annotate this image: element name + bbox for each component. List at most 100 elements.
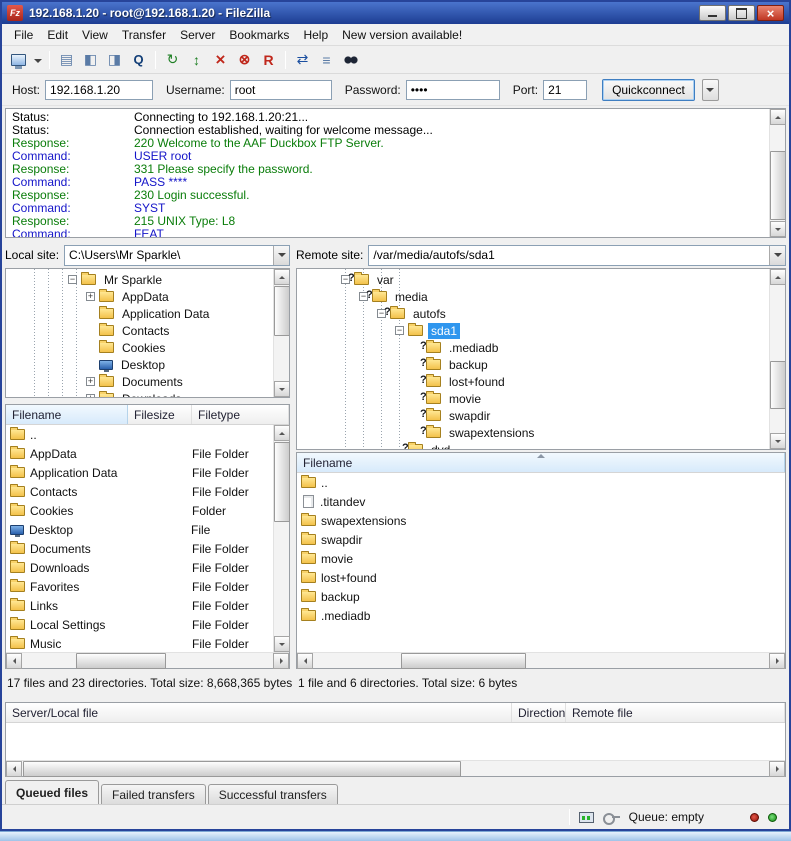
expand-icon[interactable] <box>86 377 95 386</box>
tree-node[interactable]: Mr Sparkle <box>6 271 273 288</box>
file-row[interactable]: backup <box>297 587 785 606</box>
file-row[interactable]: ContactsFile Folder <box>6 482 273 501</box>
column-header-filename[interactable]: Filename <box>297 453 785 472</box>
tree-node[interactable]: Downloads <box>6 390 273 398</box>
log-scrollbar[interactable] <box>769 109 785 237</box>
password-input[interactable] <box>406 80 500 100</box>
combo-dropdown-icon[interactable] <box>273 246 289 265</box>
column-header-filetype[interactable]: Filetype <box>192 405 289 424</box>
tree-node[interactable]: dvd <box>297 441 769 450</box>
tree-node[interactable]: swapdir <box>297 407 769 424</box>
scroll-thumb[interactable] <box>770 361 786 409</box>
scroll-down-arrow[interactable] <box>770 433 786 449</box>
tree-node[interactable]: var <box>297 271 769 288</box>
toggle-message-log-button[interactable]: ▤ <box>55 49 78 71</box>
local-list-scrollbar[interactable] <box>273 425 289 652</box>
scroll-thumb[interactable] <box>274 442 290 522</box>
menu-server[interactable]: Server <box>173 26 222 44</box>
tree-node[interactable]: swapextensions <box>297 424 769 441</box>
column-header-filename[interactable]: Filename <box>6 405 128 424</box>
tree-node[interactable]: .mediadb <box>297 339 769 356</box>
scroll-left-arrow[interactable] <box>6 761 22 777</box>
reconnect-button[interactable]: R <box>257 49 280 71</box>
tab-successful-transfers[interactable]: Successful transfers <box>208 784 338 804</box>
disconnect-button[interactable]: ⊗ <box>233 49 256 71</box>
local-tree-scrollbar[interactable] <box>273 269 289 397</box>
expand-icon[interactable] <box>86 394 95 398</box>
username-input[interactable] <box>230 80 332 100</box>
synchronized-browsing-button[interactable]: ⇄ <box>291 49 314 71</box>
scroll-right-arrow[interactable] <box>769 761 785 777</box>
scroll-thumb[interactable] <box>770 151 786 220</box>
scroll-up-arrow[interactable] <box>274 425 290 441</box>
queue-body[interactable] <box>6 723 785 760</box>
tree-node[interactable]: media <box>297 288 769 305</box>
file-row[interactable]: AppDataFile Folder <box>6 444 273 463</box>
scroll-down-arrow[interactable] <box>770 221 786 237</box>
menu-help[interactable]: Help <box>296 26 335 44</box>
scroll-right-arrow[interactable] <box>769 653 785 669</box>
site-manager-dropdown[interactable] <box>31 49 44 71</box>
refresh-button[interactable]: ↻ <box>161 49 184 71</box>
file-row[interactable]: DocumentsFile Folder <box>6 539 273 558</box>
collapse-icon[interactable] <box>68 275 77 284</box>
file-row[interactable]: .. <box>6 425 273 444</box>
file-row[interactable]: CookiesFolder <box>6 501 273 520</box>
tree-node[interactable]: AppData <box>6 288 273 305</box>
close-button[interactable] <box>757 5 784 21</box>
column-header-direction[interactable]: Direction <box>512 703 566 722</box>
remote-site-input[interactable] <box>369 246 769 265</box>
tree-node[interactable]: lost+found <box>297 373 769 390</box>
file-row[interactable]: .titandev <box>297 492 785 511</box>
tree-node[interactable]: Desktop <box>6 356 273 373</box>
process-queue-button[interactable]: ↕ <box>185 49 208 71</box>
scroll-thumb[interactable] <box>23 761 461 777</box>
menu-view[interactable]: View <box>75 26 115 44</box>
port-input[interactable] <box>543 80 587 100</box>
menu-edit[interactable]: Edit <box>40 26 75 44</box>
queue-hscrollbar[interactable] <box>6 760 785 776</box>
scroll-right-arrow[interactable] <box>273 653 289 669</box>
file-row[interactable]: swapdir <box>297 530 785 549</box>
file-row[interactable]: MusicFile Folder <box>6 634 273 652</box>
quickconnect-button[interactable]: Quickconnect <box>602 79 695 101</box>
collapse-icon[interactable] <box>395 326 404 335</box>
toggle-remote-tree-button[interactable]: ◨ <box>103 49 126 71</box>
toggle-local-tree-button[interactable]: ◧ <box>79 49 102 71</box>
file-row[interactable]: DesktopFile <box>6 520 273 539</box>
column-header-filesize[interactable]: Filesize <box>128 405 192 424</box>
directory-comparison-button[interactable]: ≡ <box>315 49 338 71</box>
file-row[interactable]: movie <box>297 549 785 568</box>
file-row[interactable]: LinksFile Folder <box>6 596 273 615</box>
scroll-down-arrow[interactable] <box>274 636 290 652</box>
menu-file[interactable]: File <box>7 26 40 44</box>
file-row[interactable]: FavoritesFile Folder <box>6 577 273 596</box>
file-row[interactable]: Local SettingsFile Folder <box>6 615 273 634</box>
file-row[interactable]: swapextensions <box>297 511 785 530</box>
host-input[interactable] <box>45 80 153 100</box>
menu-new-version[interactable]: New version available! <box>335 26 469 44</box>
minimize-button[interactable] <box>699 5 726 21</box>
remote-tree-scrollbar[interactable] <box>769 269 785 449</box>
expand-icon[interactable] <box>86 292 95 301</box>
scroll-up-arrow[interactable] <box>770 269 786 285</box>
tree-node-selected[interactable]: sda1 <box>297 322 769 339</box>
cancel-button[interactable]: × <box>209 49 232 71</box>
site-manager-button[interactable] <box>7 49 30 71</box>
tab-failed-transfers[interactable]: Failed transfers <box>101 784 206 804</box>
file-row[interactable]: Application DataFile Folder <box>6 463 273 482</box>
tree-node[interactable]: backup <box>297 356 769 373</box>
column-header-remote-file[interactable]: Remote file <box>566 703 785 722</box>
tree-node[interactable]: Contacts <box>6 322 273 339</box>
scroll-thumb[interactable] <box>274 286 290 336</box>
tree-node[interactable]: Cookies <box>6 339 273 356</box>
tree-node[interactable]: Documents <box>6 373 273 390</box>
file-row[interactable]: DownloadsFile Folder <box>6 558 273 577</box>
find-files-button[interactable] <box>339 49 362 71</box>
quickconnect-dropdown[interactable] <box>702 79 719 101</box>
remote-list-hscrollbar[interactable] <box>297 652 785 668</box>
maximize-button[interactable] <box>728 5 755 21</box>
tree-node[interactable]: Application Data <box>6 305 273 322</box>
menu-transfer[interactable]: Transfer <box>115 26 173 44</box>
combo-dropdown-icon[interactable] <box>769 246 785 265</box>
